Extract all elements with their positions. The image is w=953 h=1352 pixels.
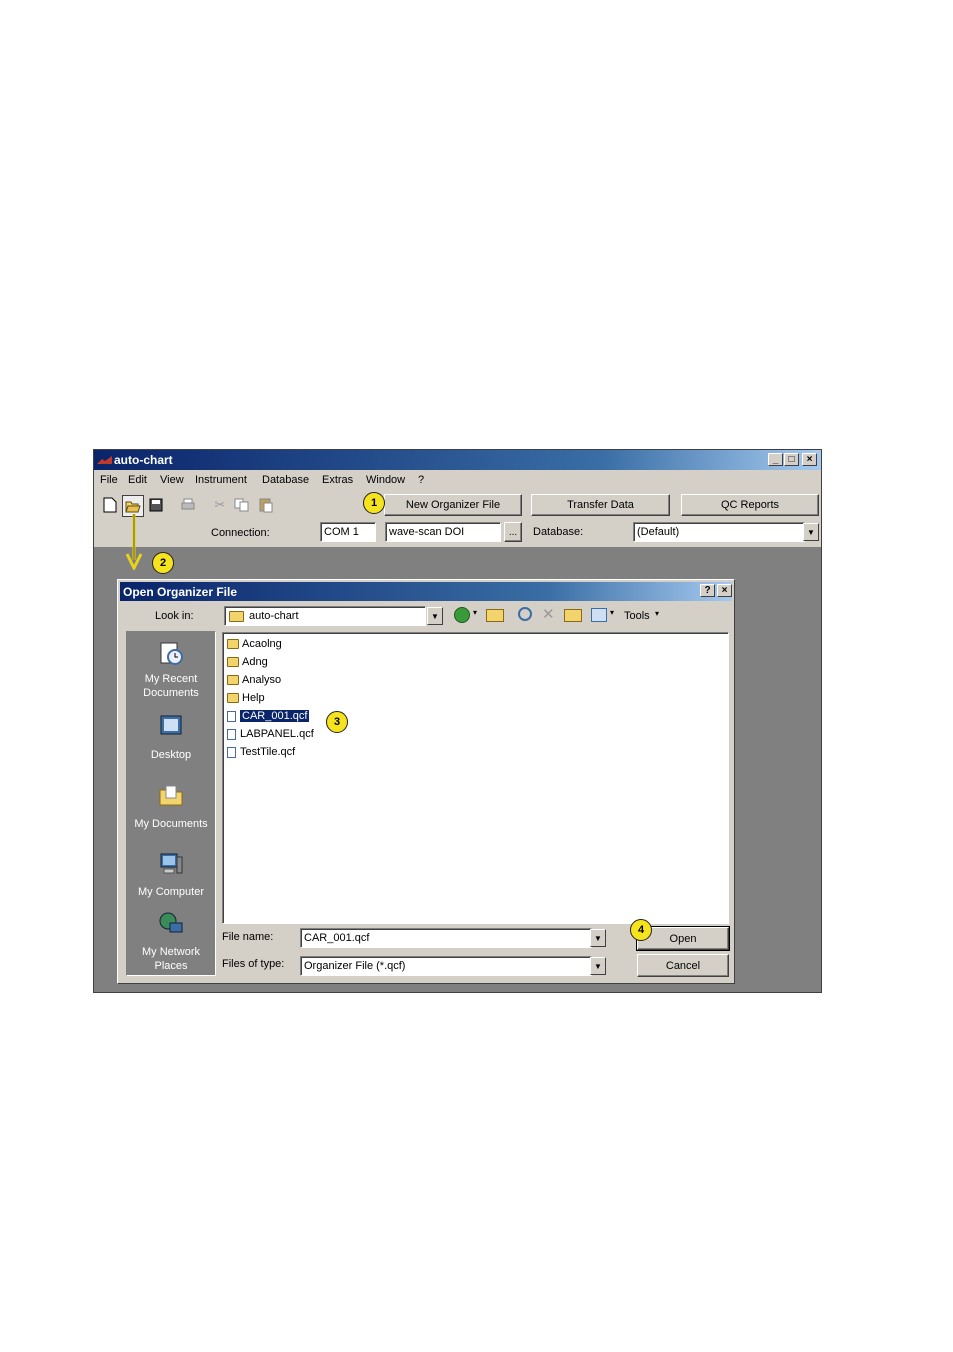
cancel-button[interactable]: Cancel [637, 954, 729, 977]
place-recent-label-line1: My Recent [144, 673, 198, 685]
place-network-label-line1: My Network [141, 946, 201, 958]
desktop-icon[interactable] [156, 711, 186, 741]
file-icon [227, 728, 236, 740]
list-item[interactable]: LABPANEL.qcf [227, 726, 314, 742]
menu-edit[interactable]: Edit [128, 474, 147, 486]
qc-reports-button[interactable]: QC Reports [681, 494, 819, 516]
callout-4: 4 [630, 919, 652, 941]
connection-device-field[interactable]: wave-scan DOI [385, 522, 501, 542]
dialog-titlebar[interactable]: Open Organizer File ? × [120, 582, 732, 601]
recent-documents-icon[interactable] [156, 638, 186, 668]
file-name: Adng [242, 656, 268, 668]
lookin-dropdown-arrow-icon[interactable]: ▼ [427, 607, 443, 625]
filename-input[interactable]: CAR_001.qcf [300, 928, 592, 948]
menu-window[interactable]: Window [366, 474, 405, 486]
back-icon[interactable] [454, 607, 470, 623]
connection-label: Connection: [211, 527, 270, 539]
my-network-places-icon[interactable] [156, 909, 186, 939]
list-item-selected[interactable]: CAR_001.qcf [227, 708, 310, 724]
menu-extras[interactable]: Extras [322, 474, 353, 486]
database-dropdown-arrow-icon[interactable]: ▼ [803, 523, 819, 541]
dialog-title: Open Organizer File [123, 585, 238, 599]
file-list: Acaolng Adng Analyso Help CAR_001.qcf LA… [222, 632, 729, 924]
delete-icon[interactable]: ✕ [542, 605, 555, 623]
menu-instrument[interactable]: Instrument [195, 474, 247, 486]
folder-icon [227, 675, 239, 685]
new-folder-icon[interactable] [564, 609, 582, 622]
back-dropdown-icon[interactable]: ▾ [473, 608, 477, 617]
dialog-close-button[interactable]: × [717, 584, 732, 597]
file-name: Help [242, 692, 265, 704]
folder-icon [227, 693, 239, 703]
views-dropdown-icon[interactable]: ▾ [610, 608, 614, 617]
file-name: TestTile.qcf [240, 746, 296, 758]
tools-dropdown-icon[interactable]: ▾ [655, 609, 659, 618]
filename-label: File name: [222, 931, 274, 943]
up-folder-icon[interactable] [486, 609, 504, 622]
maximize-button[interactable]: □ [784, 453, 799, 466]
menu-help[interactable]: ? [418, 474, 424, 486]
paste-icon[interactable] [256, 495, 276, 515]
copy-icon[interactable] [232, 495, 252, 515]
place-recent-label[interactable]: My Recent Documents [127, 672, 215, 700]
callout-3: 3 [326, 711, 348, 733]
menu-file[interactable]: File [100, 474, 118, 486]
list-item[interactable]: Analyso [227, 672, 281, 688]
places-bar: My Recent Documents Desktop My Documents… [126, 631, 216, 976]
place-desktop-label[interactable]: Desktop [127, 748, 215, 762]
file-icon [227, 746, 236, 758]
my-computer-icon[interactable] [156, 849, 186, 879]
connection-port-field[interactable]: COM 1 [320, 522, 376, 542]
filename-dropdown-arrow-icon[interactable]: ▼ [590, 929, 606, 947]
menu-database[interactable]: Database [262, 474, 309, 486]
print-icon[interactable] [178, 495, 198, 515]
app-logo-icon [97, 456, 112, 464]
list-item[interactable]: Adng [227, 654, 268, 670]
menu-view[interactable]: View [160, 474, 184, 486]
transfer-data-button[interactable]: Transfer Data [531, 494, 670, 516]
new-icon[interactable] [100, 495, 120, 515]
file-name: LABPANEL.qcf [240, 728, 314, 740]
database-select[interactable]: (Default) [633, 522, 805, 542]
place-my-documents-label[interactable]: My Documents [127, 817, 215, 831]
file-name: CAR_001.qcf [240, 710, 310, 722]
file-icon [227, 710, 236, 722]
callout-2: 2 [152, 552, 174, 574]
browse-button[interactable]: ... [504, 522, 522, 542]
place-network-label-line2: Places [154, 960, 188, 972]
new-organizer-file-button[interactable]: New Organizer File [384, 494, 522, 516]
app-title: auto-chart [114, 453, 173, 467]
close-button[interactable]: × [802, 453, 817, 466]
menu-bar: File Edit View Instrument Database Extra… [94, 470, 821, 492]
list-item[interactable]: Acaolng [227, 636, 282, 652]
toolbar: ✂ New Organizer File Transfer Data QC Re… [94, 492, 821, 548]
minimize-button[interactable]: _ [768, 453, 783, 466]
filetype-dropdown-arrow-icon[interactable]: ▼ [590, 957, 606, 975]
folder-icon [227, 657, 239, 667]
file-name: Acaolng [242, 638, 282, 650]
filetype-select[interactable]: Organizer File (*.qcf) [300, 956, 592, 976]
lookin-label: Look in: [155, 610, 194, 622]
folder-icon [227, 639, 239, 649]
list-item[interactable]: TestTile.qcf [227, 744, 295, 760]
filetype-label: Files of type: [222, 958, 285, 970]
callout-1: 1 [363, 492, 385, 514]
my-documents-icon[interactable] [156, 780, 186, 810]
place-recent-label-line2: Documents [143, 687, 199, 699]
place-network-label[interactable]: My Network Places [127, 945, 215, 973]
search-web-icon[interactable] [518, 607, 532, 621]
tools-menu[interactable]: Tools [624, 610, 650, 622]
folder-icon [229, 611, 244, 622]
place-my-computer-label[interactable]: My Computer [127, 885, 215, 899]
list-item[interactable]: Help [227, 690, 265, 706]
help-button[interactable]: ? [700, 584, 715, 597]
database-label: Database: [533, 526, 584, 538]
arrow-icon [125, 514, 143, 570]
views-icon[interactable] [591, 608, 607, 622]
file-name: Analyso [242, 674, 282, 686]
app-titlebar[interactable]: auto-chart _ □ × [94, 450, 821, 470]
lookin-select[interactable]: auto-chart [224, 606, 426, 626]
cut-icon[interactable]: ✂ [210, 495, 230, 515]
